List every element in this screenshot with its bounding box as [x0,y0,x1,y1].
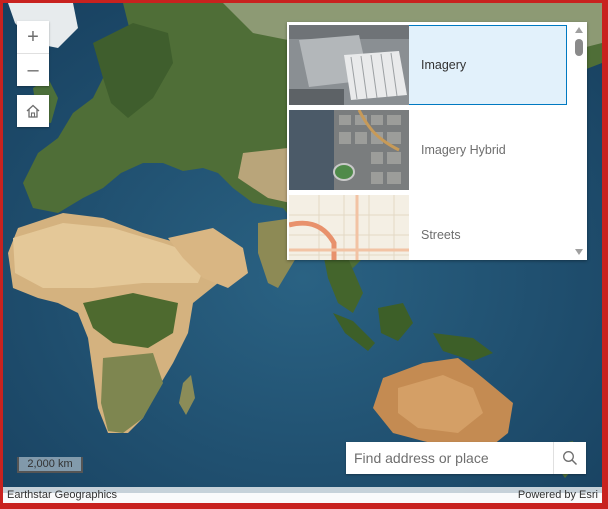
search-icon [563,451,578,466]
basemap-item-imagery-hybrid[interactable]: Imagery Hybrid [289,110,567,190]
home-icon [26,104,40,118]
basemap-item-streets[interactable]: Streets [289,195,567,260]
scale-bar: 2,000 km [17,457,83,473]
imagery-thumbnail [289,25,409,105]
zoom-controls: + – [17,21,49,86]
zoom-in-button[interactable]: + [17,21,49,53]
basemap-gallery-list: Imagery Imagery Hybrid Streets [287,22,571,260]
basemap-item-label: Imagery [421,58,467,72]
scroll-up-icon[interactable] [575,27,583,33]
basemap-item-label: Streets [421,228,461,242]
zoom-out-button[interactable]: – [17,53,49,86]
basemap-gallery: Imagery Imagery Hybrid Streets [287,22,587,260]
scroll-thumb[interactable] [575,39,583,56]
attribution-text[interactable]: Earthstar Geographics [7,489,117,501]
imagery-hybrid-thumbnail [289,110,409,190]
map-view[interactable]: + – Imagery Imagery Hybrid Streets Find … [3,3,602,503]
basemap-item-label: Imagery Hybrid [421,143,506,157]
search-button[interactable] [553,442,586,474]
home-button[interactable] [17,95,49,127]
attribution-bar: Earthstar Geographics Powered by Esri [3,487,602,503]
gallery-scrollbar[interactable] [571,22,587,260]
scale-label: 2,000 km [27,458,73,470]
basemap-item-imagery[interactable]: Imagery [289,25,567,105]
scroll-down-icon[interactable] [575,249,583,255]
streets-thumbnail [289,195,409,260]
search-widget [346,442,586,474]
powered-by-link[interactable]: Powered by Esri [518,489,598,501]
search-input[interactable] [346,442,553,474]
